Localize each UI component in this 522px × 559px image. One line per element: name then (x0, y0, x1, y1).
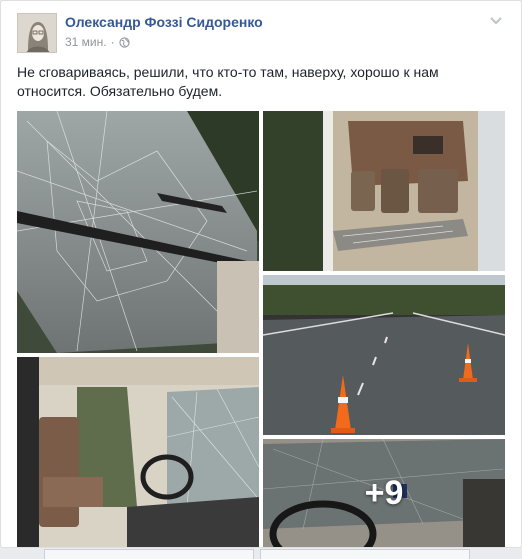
post-header: Олександр Фоззі Сидоренко 31 мин. · (17, 13, 507, 53)
photo-1[interactable] (17, 111, 259, 353)
post-meta: 31 мин. · (65, 35, 130, 49)
avatar[interactable] (17, 13, 57, 53)
feed-post: Олександр Фоззі Сидоренко 31 мин. · Не с… (0, 0, 522, 548)
photo-4[interactable] (17, 357, 259, 547)
meta-separator: · (110, 35, 115, 49)
more-photos-overlay[interactable]: +9 (263, 439, 505, 547)
chat-tab-stub[interactable] (44, 549, 254, 559)
photo-3[interactable] (263, 275, 505, 435)
globe-icon[interactable] (118, 36, 130, 48)
post-timestamp[interactable]: 31 мин. (65, 35, 107, 49)
photo-2[interactable] (263, 111, 505, 271)
post-author-link[interactable]: Олександр Фоззі Сидоренко (65, 14, 263, 30)
photo-grid: +9 (17, 111, 505, 547)
post-text: Не сговариваясь, решили, что кто-то там,… (17, 64, 439, 99)
chat-tab-stub[interactable] (260, 549, 470, 559)
photo-5[interactable]: +9 (263, 439, 505, 547)
chevron-down-icon[interactable] (489, 13, 503, 27)
avatar-image (18, 14, 56, 52)
